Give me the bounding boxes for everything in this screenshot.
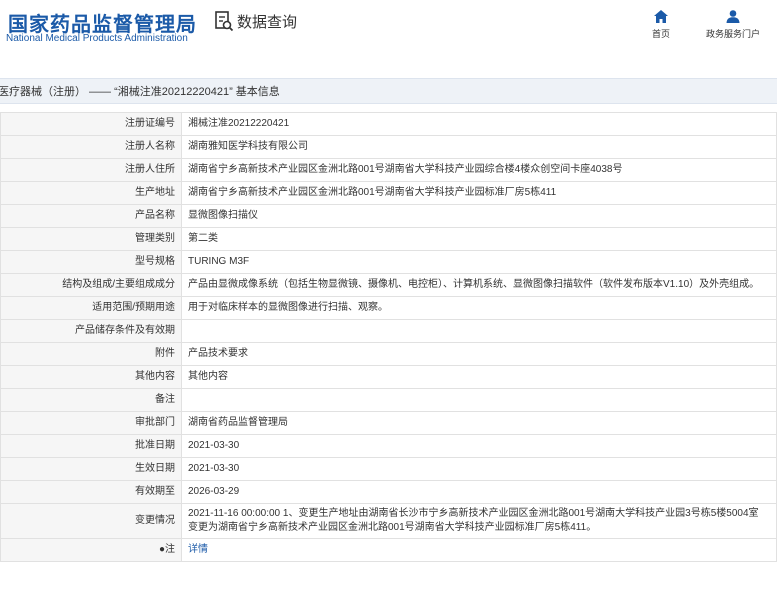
field-value: 湖南雅知医学科技有限公司 — [181, 135, 777, 159]
change-history: 2021-11-16 00:00:00 1、变更生产地址由湖南省长沙市宁乡高新技… — [181, 503, 777, 539]
table-row: 审批部门 湖南省药品监督管理局 — [0, 411, 777, 435]
search-document-icon — [215, 11, 234, 32]
nav-government-services[interactable]: 政务服务门户 — [697, 10, 769, 40]
field-label: 变更情况 — [0, 503, 182, 539]
field-value: 产品由显微成像系统（包括生物显微镜、摄像机、电控柜）、计算机系统、显微图像扫描软… — [181, 273, 777, 297]
table-row: 生效日期 2021-03-30 — [0, 457, 777, 481]
site-logo-en[interactable]: National Medical Products Administration — [6, 33, 188, 44]
field-value: 2021-03-30 — [181, 434, 777, 458]
field-label: 管理类别 — [0, 227, 182, 251]
table-row: 附件 产品技术要求 — [0, 342, 777, 366]
field-label: 注册证编号 — [0, 112, 182, 136]
field-label: 产品名称 — [0, 204, 182, 228]
user-icon — [726, 10, 740, 23]
table-row: 产品储存条件及有效期 — [0, 319, 777, 343]
field-value: 其他内容 — [181, 365, 777, 389]
table-row: 备注 — [0, 388, 777, 412]
field-label: 其他内容 — [0, 365, 182, 389]
table-row: 其他内容 其他内容 — [0, 365, 777, 389]
field-value — [181, 388, 777, 412]
field-label: 备注 — [0, 388, 182, 412]
field-label: 生效日期 — [0, 457, 182, 481]
registration-info-table: 注册证编号 湘械注准20212220421 注册人名称 湖南雅知医学科技有限公司 注… — [0, 112, 777, 562]
change-line-1: 2021-11-16 00:00:00 1、变更生产地址由湖南省长沙市宁乡高新技… — [188, 508, 759, 519]
details-link[interactable]: 详情 — [188, 544, 208, 555]
field-value: 用于对临床样本的显微图像进行扫描、观察。 — [181, 296, 777, 320]
field-label: 适用范围/预期用途 — [0, 296, 182, 320]
nav-home[interactable]: 首页 — [645, 10, 677, 40]
data-query-link[interactable]: 数据查询 — [214, 10, 297, 32]
field-label: 产品储存条件及有效期 — [0, 319, 182, 343]
table-row: 型号规格 TURING M3F — [0, 250, 777, 274]
field-value: 湘械注准20212220421 — [181, 112, 777, 136]
table-row: 生产地址 湖南省宁乡高新技术产业园区金洲北路001号湖南省大学科技产业园标准厂房5… — [0, 181, 777, 205]
table-row: 注册证编号 湘械注准20212220421 — [0, 112, 777, 136]
data-query-label: 数据查询 — [237, 13, 298, 31]
table-row: 有效期至 2026-03-29 — [0, 480, 777, 504]
table-row: 批准日期 2021-03-30 — [0, 434, 777, 458]
field-label: 批准日期 — [0, 434, 182, 458]
field-value: 显微图像扫描仪 — [181, 204, 777, 228]
table-row: 管理类别 第二类 — [0, 227, 777, 251]
field-value: 产品技术要求 — [181, 342, 777, 366]
table-row: 结构及组成/主要组成成分 产品由显微成像系统（包括生物显微镜、摄像机、电控柜）、计… — [0, 273, 777, 297]
nav-home-label: 首页 — [651, 29, 670, 39]
table-row: 适用范围/预期用途 用于对临床样本的显微图像进行扫描、观察。 — [0, 296, 777, 320]
field-value: 湖南省宁乡高新技术产业园区金洲北路001号湖南省大学科技产业园综合楼4楼众创空间… — [181, 158, 777, 182]
breadcrumb-text: 医疗器械（注册） —— “湘械注准20212220421” 基本信息 — [0, 86, 280, 98]
field-value: 第二类 — [181, 227, 777, 251]
field-value: TURING M3F — [181, 250, 777, 274]
field-label: 审批部门 — [0, 411, 182, 435]
field-value: 湖南省宁乡高新技术产业园区金洲北路001号湖南省大学科技产业园标准厂房5栋411 — [181, 181, 777, 205]
nav-services-label: 政务服务门户 — [705, 29, 760, 39]
field-label: 生产地址 — [0, 181, 182, 205]
field-label: 结构及组成/主要组成成分 — [0, 273, 182, 297]
table-row-change: 变更情况 2021-11-16 00:00:00 1、变更生产地址由湖南省长沙市… — [0, 503, 777, 539]
field-value — [181, 319, 777, 343]
table-row: 注册人住所 湖南省宁乡高新技术产业园区金洲北路001号湖南省大学科技产业园综合楼4… — [0, 158, 777, 182]
field-label: 注册人名称 — [0, 135, 182, 159]
table-row: 注册人名称 湖南雅知医学科技有限公司 — [0, 135, 777, 159]
site-header: 国家药品监督管理局 National Medical Products Admi… — [0, 0, 777, 56]
field-value: 湖南省药品监督管理局 — [181, 411, 777, 435]
table-row: 产品名称 显微图像扫描仪 — [0, 204, 777, 228]
field-label: 有效期至 — [0, 480, 182, 504]
note-label: ●注 — [0, 538, 182, 562]
field-value: 2026-03-29 — [181, 480, 777, 504]
field-label: 附件 — [0, 342, 182, 366]
breadcrumb: 医疗器械（注册） —— “湘械注准20212220421” 基本信息 — [0, 78, 777, 104]
table-row-note: ●注 详情 — [0, 538, 777, 562]
field-value: 2021-03-30 — [181, 457, 777, 481]
change-line-2: 变更为湖南省宁乡高新技术产业园区金洲北路001号湖南省大学科技产业园标准厂房5栋… — [188, 522, 597, 533]
home-icon — [654, 10, 668, 23]
field-label: 注册人住所 — [0, 158, 182, 182]
field-label: 型号规格 — [0, 250, 182, 274]
